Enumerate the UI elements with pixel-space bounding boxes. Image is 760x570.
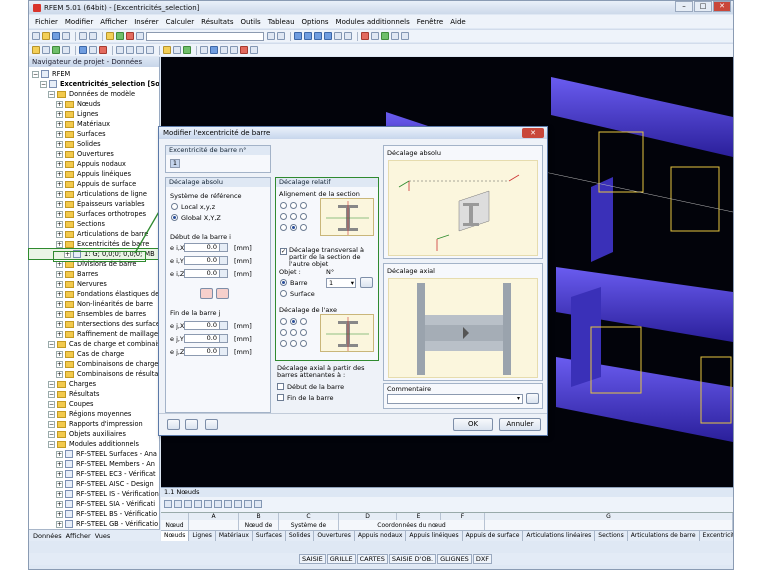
end-z-label: e j,Z (170, 348, 185, 356)
ecc-number-group: Excentricité de barre n° 1 (165, 145, 271, 173)
end-y-input[interactable]: 0.0 (184, 334, 228, 343)
i-section-icon (326, 201, 369, 235)
axial-image-title: Décalage axial (387, 267, 435, 275)
axis-radio[interactable] (300, 340, 307, 347)
selected-item-highlight (53, 251, 146, 262)
end-x-input[interactable]: 0.0 (184, 321, 228, 330)
absolute-offset-group: Décalage absolu Système de référence Loc… (165, 177, 271, 413)
i-section-axis-icon (326, 317, 369, 351)
end-y-unit: [mm] (234, 335, 252, 343)
ecc-number-input[interactable]: 1 (170, 159, 180, 168)
end-label: Fin de la barre j (170, 309, 221, 317)
align-radio[interactable] (290, 224, 297, 231)
axis-radio[interactable] (290, 318, 297, 325)
start-z-label: e i,Z (170, 270, 185, 278)
objet-label: Objet : (279, 268, 301, 276)
chevron-down-icon: ▾ (350, 279, 354, 287)
start-label: Début de la barre i (170, 233, 231, 241)
axis-radio[interactable] (280, 340, 287, 347)
comment-input[interactable]: ▾ (387, 394, 523, 404)
comment-label: Commentaire (387, 385, 432, 393)
absolute-offset-header: Décalage absolu (166, 178, 270, 187)
axial-end-checkbox[interactable] (277, 394, 284, 401)
relative-offset-header: Décalage relatif (276, 178, 378, 187)
objet-bar-label: Barre (290, 279, 308, 287)
edit-button[interactable] (185, 419, 198, 430)
objet-surface-label: Surface (290, 290, 315, 298)
transverse-label: Décalage transversal à partir de la sect… (289, 246, 364, 268)
axis-radio[interactable] (290, 329, 297, 336)
cancel-button[interactable]: Annuler (499, 418, 541, 431)
ecc-number-label: Excentricité de barre n° (166, 146, 270, 155)
abs-image-title: Décalage absolu (387, 149, 441, 157)
axial-offset-image (388, 278, 538, 378)
objet-number-label: N° (326, 268, 335, 276)
relative-offset-group: Décalage relatif Alignement de la sectio… (275, 177, 379, 361)
align-radio[interactable] (290, 213, 297, 220)
start-x-input[interactable]: 0.0 (184, 243, 228, 252)
objet-surface-radio[interactable] (280, 290, 287, 297)
global-label: Global X,Y,Z (181, 214, 221, 222)
section-align-image (320, 198, 374, 236)
transverse-checkbox[interactable]: ✓ (280, 248, 287, 255)
axial-offset-label: Décalage axial à partir des barres atten… (277, 364, 365, 379)
global-radio[interactable] (171, 214, 178, 221)
info-button[interactable] (205, 419, 218, 430)
align-radio[interactable] (300, 213, 307, 220)
end-y-label: e j,Y (170, 335, 184, 343)
axial-offset-illustration: Décalage axial (383, 263, 543, 381)
comment-pick-button[interactable] (526, 393, 539, 404)
section-align-label: Alignement de la section (279, 190, 360, 198)
objet-number-value: 1 (329, 279, 334, 287)
align-radio[interactable] (280, 202, 287, 209)
dialog-close-icon[interactable]: ✕ (522, 128, 544, 138)
axis-radio[interactable] (280, 318, 287, 325)
axis-offset-image (320, 314, 374, 352)
dialog-title: Modifier l'excentricité de barre ✕ (159, 127, 547, 139)
align-radio[interactable] (300, 224, 307, 231)
start-y-input[interactable]: 0.0 (184, 256, 228, 265)
axis-radio[interactable] (290, 340, 297, 347)
align-radio[interactable] (280, 213, 287, 220)
dialog-title-text: Modifier l'excentricité de barre (163, 129, 271, 137)
axis-radio[interactable] (280, 329, 287, 336)
objet-bar-radio[interactable] (280, 279, 287, 286)
axial-end-label: Fin de la barre (287, 394, 334, 402)
edit-eccentricity-dialog: Modifier l'excentricité de barre ✕ Excen… (158, 126, 548, 436)
copy-up-button[interactable] (216, 288, 229, 299)
start-z-unit: [mm] (234, 270, 252, 278)
axial-start-label: Début de la barre (287, 383, 345, 391)
chevron-down-icon: ▾ (516, 395, 520, 402)
ref-system-label: Système de référence (170, 192, 242, 200)
end-z-unit: [mm] (234, 348, 252, 356)
align-radio[interactable] (290, 202, 297, 209)
objet-number-select[interactable]: 1 ▾ (326, 278, 356, 288)
axis-radio[interactable] (300, 329, 307, 336)
start-y-unit: [mm] (234, 257, 252, 265)
absolute-offset-illustration: Décalage absolu (383, 145, 543, 259)
eccentricity-diagram-icon (398, 174, 520, 251)
axial-start-checkbox[interactable] (277, 383, 284, 390)
end-z-input[interactable]: 0.0 (184, 347, 228, 356)
help-button[interactable] (167, 419, 180, 430)
start-x-label: e i,X (170, 244, 185, 252)
align-radio[interactable] (280, 224, 287, 231)
comment-group: Commentaire ▾ (383, 383, 543, 409)
axis-radio[interactable] (300, 318, 307, 325)
ok-button[interactable]: OK (453, 418, 493, 431)
footer-divider (159, 413, 547, 414)
local-radio[interactable] (171, 203, 178, 210)
copy-down-button[interactable] (200, 288, 213, 299)
start-z-input[interactable]: 0.0 (184, 269, 228, 278)
end-x-label: e j,X (170, 322, 185, 330)
local-label: Local x,y,z (181, 203, 216, 211)
end-x-unit: [mm] (234, 322, 252, 330)
axis-offset-label: Décalage de l'axe (279, 306, 337, 314)
start-y-label: e i,Y (170, 257, 184, 265)
start-x-unit: [mm] (234, 244, 252, 252)
pick-object-button[interactable] (360, 277, 373, 288)
align-radio[interactable] (300, 202, 307, 209)
beam-connection-icon (417, 283, 511, 375)
absolute-offset-image (388, 160, 538, 256)
